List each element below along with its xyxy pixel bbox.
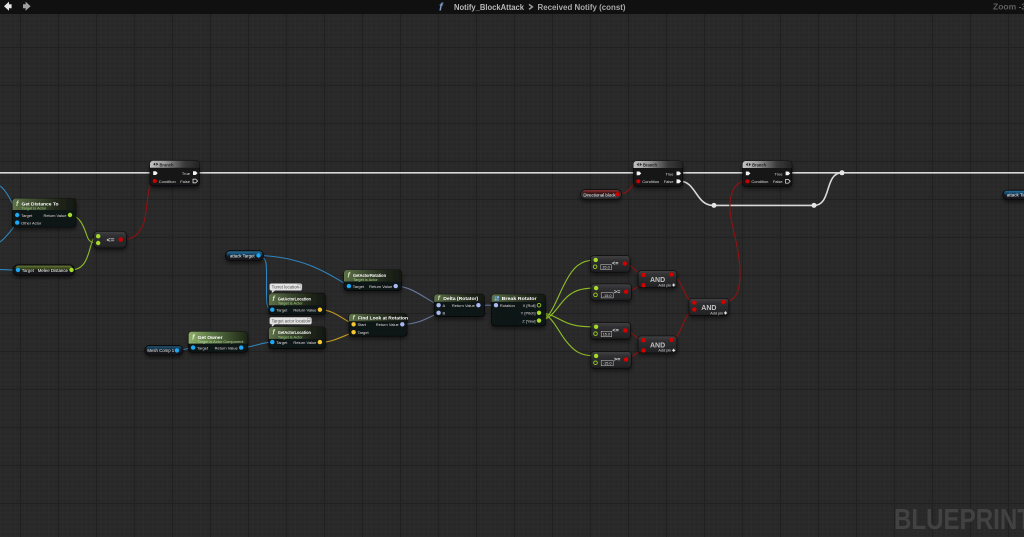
svg-text:Return Value: Return Value xyxy=(293,340,317,345)
svg-text:attack Ta: attack Ta xyxy=(1007,193,1024,198)
svg-text:Branch: Branch xyxy=(752,163,766,168)
svg-text:Target: Target xyxy=(353,284,365,289)
svg-text:Start: Start xyxy=(358,322,367,327)
svg-text:<=: <= xyxy=(107,237,115,244)
svg-text:Mesh Comp 1: Mesh Comp 1 xyxy=(147,348,174,353)
svg-text:Branch: Branch xyxy=(643,163,657,168)
svg-text:Condition: Condition xyxy=(159,179,176,184)
svg-text:True: True xyxy=(182,171,191,176)
svg-text:Y [Pitch]: Y [Pitch] xyxy=(521,311,536,316)
svg-text:Zoom -3: Zoom -3 xyxy=(993,2,1024,12)
svg-text:Other Actor: Other Actor xyxy=(21,221,42,226)
svg-text:Target: Target xyxy=(22,268,35,273)
svg-text:Target is Actor: Target is Actor xyxy=(22,206,47,211)
svg-text:BLUEPRINT: BLUEPRINT xyxy=(894,504,1024,536)
svg-text:Directional block: Directional block xyxy=(583,192,616,197)
svg-text:B: B xyxy=(443,311,446,316)
svg-text:Target is Actor Component: Target is Actor Component xyxy=(198,339,245,344)
svg-text:-15.0: -15.0 xyxy=(603,362,612,366)
svg-text:>=: >= xyxy=(614,289,620,295)
svg-text:Branch: Branch xyxy=(160,162,174,167)
svg-text:Target: Target xyxy=(276,340,288,345)
svg-text:A: A xyxy=(443,303,446,308)
svg-text:Target is Actor: Target is Actor xyxy=(278,334,303,339)
svg-text:Target: Target xyxy=(197,346,209,351)
svg-text:Return Value: Return Value xyxy=(369,284,393,289)
svg-text:Return Value: Return Value xyxy=(376,322,400,327)
svg-text:Rotation: Rotation xyxy=(500,303,515,308)
svg-text:Return Value: Return Value xyxy=(215,346,239,351)
svg-text:-15.0: -15.0 xyxy=(603,294,612,298)
svg-text:Target is Actor: Target is Actor xyxy=(278,301,303,306)
svg-text:Target: Target xyxy=(21,213,33,218)
svg-text:Break Rotator: Break Rotator xyxy=(502,296,537,302)
svg-text:Condition: Condition xyxy=(751,179,768,184)
svg-text:Target: Target xyxy=(276,308,288,313)
svg-text:Condition: Condition xyxy=(642,179,659,184)
svg-text:False: False xyxy=(664,179,675,184)
svg-text:attack Target: attack Target xyxy=(230,254,255,259)
svg-text:Received Notify (const): Received Notify (const) xyxy=(538,3,626,12)
svg-text:15.0: 15.0 xyxy=(603,333,610,337)
svg-text:Z [Yaw]: Z [Yaw] xyxy=(522,319,535,324)
svg-text:>=: >= xyxy=(614,357,620,363)
svg-text:Find Look at Rotation: Find Look at Rotation xyxy=(358,316,408,322)
svg-text:Return Value: Return Value xyxy=(43,213,67,218)
svg-text:Delta (Rotator): Delta (Rotator) xyxy=(443,296,478,302)
svg-text:15.0: 15.0 xyxy=(602,266,609,270)
svg-text:False: False xyxy=(180,179,191,184)
svg-text:Notify_BlockAttack: Notify_BlockAttack xyxy=(454,3,525,12)
svg-text:True: True xyxy=(665,171,674,176)
svg-text:True: True xyxy=(775,171,784,176)
svg-text:<=: <= xyxy=(612,261,618,267)
svg-text:Target: Target xyxy=(358,330,370,335)
svg-text:<=: <= xyxy=(612,328,618,334)
svg-text:Add pin: Add pin xyxy=(658,283,671,287)
svg-text:Melee Distance: Melee Distance xyxy=(38,268,69,273)
svg-text:X [Roll]: X [Roll] xyxy=(523,303,536,308)
svg-text:Add pin: Add pin xyxy=(658,349,671,353)
svg-text:Return Value: Return Value xyxy=(452,303,476,308)
svg-text:False: False xyxy=(773,179,784,184)
svg-text:Target is Actor: Target is Actor xyxy=(353,277,378,282)
svg-text:Return Value: Return Value xyxy=(293,308,317,313)
svg-text:Add pin: Add pin xyxy=(710,311,723,315)
